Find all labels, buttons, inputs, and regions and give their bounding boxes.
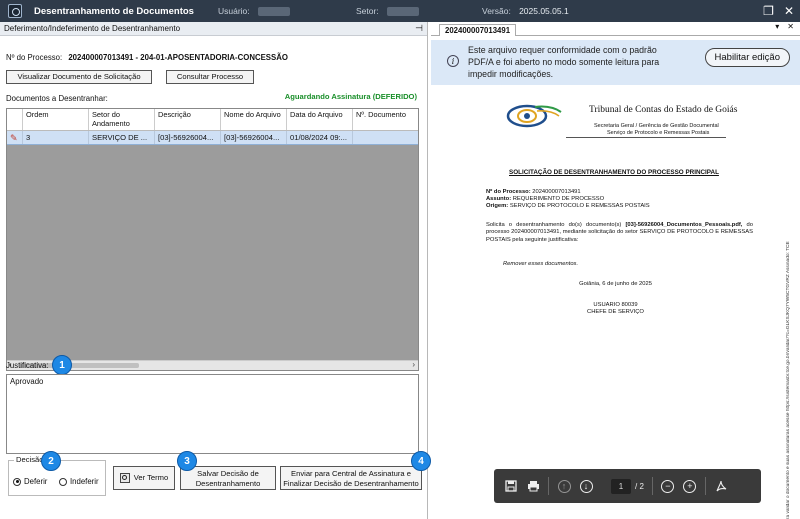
user-label: Usuário: (218, 6, 250, 16)
org-sub1: Secretaria Geral / Gerência de Gestão Do… (594, 123, 719, 129)
page-count: / 2 (635, 481, 644, 491)
process-number-row: Nº do Processo: 202400007013491 - 204-01… (6, 53, 288, 62)
close-window-icon[interactable]: ✕ (784, 4, 794, 18)
col-order[interactable]: Ordem (23, 109, 89, 130)
reject-radio[interactable]: Indeferir (59, 477, 99, 486)
doc-signer: USUARIO 80039 (593, 302, 638, 308)
window-title: Desentranhamento de Documentos (34, 5, 194, 17)
pdf-page: Tribunal de Contas do Estado de Goiás Se… (431, 85, 800, 519)
sector-label: Setor: (356, 6, 379, 16)
send-to-signature-button[interactable]: Enviar para Central de Assinatura e Fina… (280, 466, 422, 490)
magnifier-icon (119, 473, 130, 483)
print-icon[interactable] (522, 475, 544, 497)
doc-process-line: Nº do Processo: 202400007013491 (486, 189, 581, 195)
cell-file-name: [03]-56926004... (221, 131, 287, 144)
step-badge-4: 4 (411, 451, 431, 471)
col-description[interactable]: Descrição (155, 109, 221, 130)
justification-textarea[interactable]: Aprovado (6, 374, 419, 454)
pdf-toolbar: ↑ ↓ 1 / 2 − + (494, 469, 761, 503)
process-value: 202400007013491 - 204-01-APOSENTADORIA-C… (68, 53, 288, 62)
zoom-in-icon[interactable]: + (679, 475, 701, 497)
adobe-acrobat-icon[interactable] (710, 475, 732, 497)
doc-date-place: Goiânia, 6 de junho de 2025 (579, 281, 652, 287)
view-term-label: Ver Termo (133, 473, 169, 482)
status-text: Aguardando Assinatura (DEFERIDO) (284, 92, 417, 101)
radio-selected-icon (13, 477, 21, 486)
documents-label: Documentos a Desentranhar: (6, 94, 108, 103)
view-term-button[interactable]: Ver Termo (113, 466, 175, 490)
restore-window-icon[interactable]: ❐ (763, 4, 774, 18)
documents-grid: Ordem Setor do Andamento Descrição Nome … (6, 108, 419, 371)
table-row[interactable]: ✎ 3 SERVIÇO DE ... [03]-56926004... [03]… (7, 131, 418, 145)
page-number-input[interactable]: 1 (611, 478, 631, 494)
cell-doc-number (353, 131, 418, 144)
cell-order: 3 (23, 131, 89, 144)
radio-unselected-icon (59, 477, 67, 486)
doc-paragraph: Solicita o desentranhamento do(s) docume… (486, 222, 753, 243)
header-divider (566, 137, 726, 138)
justification-label: Justificativa: (6, 361, 49, 370)
app-icon (8, 4, 22, 18)
enable-editing-button[interactable]: Habilitar edição (704, 48, 790, 67)
col-file-date[interactable]: Data do Arquivo (287, 109, 353, 130)
step-badge-1: 1 (52, 355, 72, 375)
panel-title: Deferimento/Indeferimento de Desentranha… (4, 24, 181, 33)
process-label: Nº do Processo: (6, 53, 63, 62)
close-tab-icon[interactable]: ✕ (787, 22, 794, 31)
pin-icon[interactable]: ⊣ (415, 22, 423, 35)
doc-instruction: Remover esses documentos. (503, 261, 579, 267)
step-badge-3: 3 (177, 451, 197, 471)
info-icon: i (447, 55, 459, 67)
document-title: SOLICITAÇÃO DE DESENTRANHAMENTO DO PROCE… (509, 169, 719, 176)
consult-process-button[interactable]: Consultar Processo (166, 70, 254, 84)
next-page-icon[interactable]: ↓ (575, 475, 597, 497)
col-doc-number[interactable]: Nº. Documento (353, 109, 418, 130)
title-bar: Desentranhamento de Documentos Usuário: … (0, 0, 800, 22)
validation-side-text: Para validar o documento e suas assinatu… (786, 241, 791, 519)
version-label: Versão: (482, 6, 511, 16)
approve-label: Deferir (24, 477, 48, 486)
cell-sector: SERVIÇO DE ... (89, 131, 155, 144)
tab-bar: 202400007013491 ▾ ✕ (431, 22, 800, 36)
doc-origin-line: Origem: SERVIÇO DE PROTOCOLO E REMESSAS … (486, 203, 650, 209)
scroll-right-icon[interactable]: › (412, 360, 415, 369)
approve-radio[interactable]: Deferir (13, 477, 47, 486)
info-text: Este arquivo requer conformidade com o p… (468, 45, 660, 79)
sector-value-redacted (386, 7, 419, 17)
doc-subject-line: Assunto: REQUERIMENTO DE PROCESSO (486, 196, 605, 202)
panel-header: Deferimento/Indeferimento de Desentranha… (0, 22, 427, 36)
col-sector[interactable]: Setor do Andamento (89, 109, 155, 130)
reject-label: Indeferir (70, 477, 99, 486)
save-icon[interactable] (500, 475, 522, 497)
cell-description: [03]-56926004... (155, 131, 221, 144)
pdfa-info-bar: i Este arquivo requer conformidade com o… (431, 40, 800, 85)
cell-file-date: 01/08/2024 09:... (287, 131, 353, 144)
pdf-viewer-panel: 202400007013491 ▾ ✕ i Este arquivo reque… (431, 22, 800, 519)
version-value: 2025.05.05.1 (519, 6, 569, 16)
decision-panel: Deferimento/Indeferimento de Desentranha… (0, 22, 431, 519)
step-badge-2: 2 (41, 451, 61, 471)
col-file-name[interactable]: Nome do Arquivo (221, 109, 287, 130)
tab-document[interactable]: 202400007013491 (439, 24, 517, 36)
tce-logo-icon (506, 104, 562, 128)
edit-pencil-icon: ✎ (10, 133, 18, 143)
org-name: Tribunal de Contas do Estado de Goiás (589, 105, 738, 115)
zoom-out-icon[interactable]: − (657, 475, 679, 497)
chevron-down-icon[interactable]: ▾ (775, 22, 779, 31)
previous-page-icon[interactable]: ↑ (553, 475, 575, 497)
doc-signer-role: CHEFE DE SERVIÇO (587, 309, 644, 315)
grid-header: Ordem Setor do Andamento Descrição Nome … (7, 109, 418, 131)
org-sub2: Serviço de Protocolo e Remessas Postais (607, 130, 710, 136)
user-value-redacted (257, 7, 290, 17)
save-decision-button[interactable]: Salvar Decisão de Desentranhamento (180, 466, 276, 490)
view-request-document-button[interactable]: Visualizar Documento de Solicitação (6, 70, 152, 84)
